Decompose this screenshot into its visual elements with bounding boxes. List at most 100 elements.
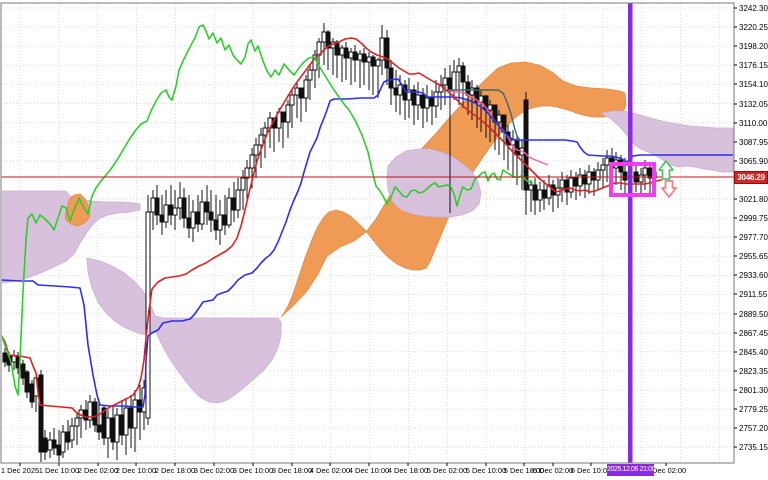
price-tick-label: 3132.05	[739, 100, 768, 109]
candle-body	[398, 85, 402, 95]
price-tick-label: 2911.55	[739, 290, 768, 299]
candle-body	[43, 438, 47, 452]
price-tick-label: 2801.30	[739, 386, 768, 395]
candle-body	[353, 52, 357, 60]
price-tick-label: 2999.75	[739, 214, 768, 223]
candle-body	[286, 105, 290, 122]
price-tick-label: 3242.30	[739, 4, 768, 13]
candle-body	[367, 57, 371, 62]
price-tick-label: 2867.45	[739, 329, 768, 338]
time-tick-label: 2 Dec 18:00	[155, 466, 195, 475]
price-tick-label: 2757.20	[739, 424, 768, 433]
candle-body	[182, 198, 186, 218]
candle-body	[84, 410, 88, 420]
price-tick-label: 2933.60	[739, 271, 768, 280]
candle-body	[304, 80, 308, 98]
chart-canvas[interactable]: 3242.303220.253198.203176.153154.103132.…	[0, 0, 768, 480]
candle-body	[115, 415, 119, 442]
time-tick-label: 4 Dec 02:00	[310, 466, 350, 475]
signal-time-vline[interactable]	[628, 3, 633, 463]
signal-vline	[628, 3, 633, 463]
candle-body	[470, 88, 474, 95]
candle-body	[457, 66, 461, 72]
time-tick-label: 4 Dec 18:00	[388, 466, 428, 475]
candle-body	[30, 384, 34, 402]
price-tick-label: 3087.95	[739, 138, 768, 147]
time-tick-label: 2 Dec 02:00	[78, 466, 118, 475]
candle-body	[151, 198, 155, 212]
candle-body	[639, 175, 643, 182]
candle-body	[138, 400, 142, 412]
candle-body	[290, 95, 294, 105]
candle-body	[281, 112, 285, 122]
price-tick-label: 3154.10	[739, 80, 768, 89]
candle-body	[569, 178, 573, 192]
price-tick-label: 2955.65	[739, 252, 768, 261]
candle-body	[596, 170, 600, 180]
candle-body	[430, 98, 434, 106]
indicator-line-layer	[0, 25, 733, 417]
time-tick-label: 3 Dec 10:00	[233, 466, 273, 475]
candle-body	[448, 78, 452, 90]
candle-body	[200, 202, 204, 224]
candle-body	[515, 140, 519, 155]
time-axis[interactable]: 1 Dec 20251 Dec 10:002 Dec 02:002 Dec 10…	[1, 463, 686, 475]
price-tick-label: 2977.70	[739, 233, 768, 242]
candle-body	[421, 95, 425, 108]
candle-body	[155, 198, 159, 215]
candle-body	[129, 408, 133, 428]
price-tick-label: 2735.15	[739, 443, 768, 452]
candle-body	[241, 178, 245, 190]
price-tick-label: 3198.20	[739, 42, 768, 51]
candle-body	[133, 400, 137, 428]
candle-body	[236, 190, 240, 210]
candle-body	[75, 418, 79, 426]
candle-body	[209, 212, 213, 220]
candle-body	[308, 70, 312, 80]
candle-body	[533, 185, 537, 200]
candle-body	[254, 145, 258, 155]
candle-body	[583, 175, 587, 184]
candle-body	[529, 185, 533, 190]
candle-body	[344, 48, 348, 58]
candle-body	[299, 88, 303, 98]
candle-body	[542, 190, 546, 198]
candle-body	[349, 52, 353, 58]
sell-arrow-icon[interactable]	[662, 181, 676, 197]
candle-body	[93, 402, 97, 425]
candle-body	[574, 178, 578, 186]
candle-body	[461, 66, 465, 82]
signal-arrows[interactable]	[659, 161, 676, 197]
candle-body	[57, 445, 61, 455]
signal-time-badge: 2025.12.06 21:00	[607, 464, 654, 476]
time-tick-label: 6 Dec 02:00	[533, 466, 573, 475]
time-tick-label: 3 Dec 18:00	[272, 466, 312, 475]
candle-body	[191, 212, 195, 228]
price-tick-label: 3176.15	[739, 61, 768, 70]
candle-body	[538, 190, 542, 200]
time-tick-label: 2 Dec 10:00	[116, 466, 156, 475]
candle-body	[560, 180, 564, 188]
candle-body	[434, 92, 438, 106]
price-axis[interactable]: 3242.303220.253198.203176.153154.103132.…	[734, 4, 768, 452]
trading-chart: 3242.303220.253198.203176.153154.103132.…	[0, 0, 768, 480]
candle-body	[48, 440, 52, 450]
time-tick-label: 4 Dec 10:00	[349, 466, 389, 475]
candle-body	[389, 68, 393, 88]
candle-body	[52, 440, 56, 448]
candle-body	[371, 57, 375, 66]
candle-body	[497, 115, 501, 122]
time-tick-label: 5 Dec 02:00	[427, 466, 467, 475]
kumo-cloud	[87, 258, 281, 403]
price-tick-label: 2823.35	[739, 367, 768, 376]
price-tick-label: 3110.00	[739, 119, 768, 128]
price-tick-label: 2845.40	[739, 348, 768, 357]
candle-body	[443, 78, 447, 85]
candle-body	[425, 98, 429, 108]
time-tick-label: 3 Dec 02:00	[194, 466, 234, 475]
candle-body	[164, 205, 168, 222]
candle-body	[223, 215, 227, 225]
candle-body	[601, 165, 605, 170]
candle-body	[232, 198, 236, 210]
candle-body	[178, 198, 182, 208]
